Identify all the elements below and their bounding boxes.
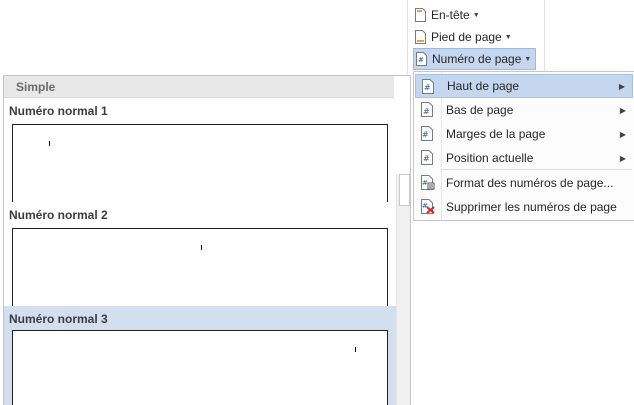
header-footer-ribbon-group: En-tête ▼ Pied de page ▼ # Numéro de pag… — [407, 0, 545, 76]
submenu-arrow-icon: ▶ — [618, 81, 625, 91]
gallery-item-normal-1[interactable]: Numéro normal 1 — [4, 98, 396, 202]
svg-text:#: # — [422, 179, 428, 187]
menu-item-label: Haut de page — [447, 79, 520, 93]
remove-numbers-icon: # — [421, 199, 435, 217]
menu-item-label: Marges de la page — [446, 127, 546, 141]
page-preview-thumbnail — [12, 228, 388, 306]
submenu-arrow-icon: ▶ — [619, 105, 626, 115]
page-number-button[interactable]: # Numéro de page ▼ — [413, 48, 537, 70]
svg-text:#: # — [423, 154, 430, 163]
header-label: En-tête — [431, 8, 470, 22]
gallery-item-title: Numéro normal 3 — [9, 312, 108, 326]
gallery-scrollbar[interactable] — [396, 174, 410, 405]
menu-item-label: Bas de page — [446, 103, 514, 117]
svg-text:#: # — [422, 202, 428, 210]
footer-button[interactable]: Pied de page ▼ — [413, 26, 516, 48]
page-preview-thumbnail — [12, 330, 388, 405]
menu-item-page-margins[interactable]: # Marges de la page ▶ — [415, 122, 633, 146]
page-hash-icon: # — [422, 79, 434, 97]
gallery-section-header: Simple — [4, 76, 394, 98]
footer-icon — [415, 30, 426, 44]
menu-item-label: Format des numéros de page... — [446, 176, 614, 190]
page-number-icon: # — [416, 52, 427, 66]
menu-separator — [442, 169, 632, 170]
menu-item-remove-page-numbers[interactable]: # Supprimer les numéros de page — [415, 195, 633, 219]
svg-text:#: # — [418, 56, 424, 64]
gallery-item-normal-2[interactable]: Numéro normal 2 — [4, 202, 396, 306]
page-number-marker — [355, 347, 356, 352]
header-icon — [415, 8, 426, 22]
submenu-arrow-icon: ▶ — [619, 129, 626, 139]
page-hash-icon: # — [421, 150, 433, 168]
scrollbar-thumb[interactable] — [399, 174, 410, 206]
footer-label: Pied de page — [431, 30, 502, 44]
svg-text:#: # — [424, 83, 431, 92]
page-number-label: Numéro de page — [432, 52, 522, 66]
page-preview-thumbnail — [12, 124, 388, 202]
page-number-marker — [201, 245, 202, 250]
menu-item-label: Position actuelle — [446, 151, 534, 165]
menu-item-top-of-page[interactable]: # Haut de page ▶ — [415, 74, 633, 98]
header-button[interactable]: En-tête ▼ — [413, 4, 484, 26]
format-numbers-icon: # — [421, 175, 435, 193]
chevron-down-icon: ▼ — [472, 11, 480, 19]
page-number-menu: # Haut de page ▶ # Bas de page ▶ # Marge… — [413, 71, 634, 221]
submenu-arrow-icon: ▶ — [619, 153, 626, 163]
page-number-marker — [49, 141, 50, 146]
menu-item-label: Supprimer les numéros de page — [446, 200, 617, 214]
menu-item-format-page-numbers[interactable]: # Format des numéros de page... — [415, 171, 633, 195]
gallery-item-title: Numéro normal 2 — [9, 208, 108, 222]
svg-text:#: # — [422, 130, 429, 139]
chevron-down-icon: ▼ — [504, 33, 512, 41]
menu-item-bottom-of-page[interactable]: # Bas de page ▶ — [415, 98, 633, 122]
chevron-down-icon: ▼ — [524, 55, 532, 63]
menu-item-current-position[interactable]: # Position actuelle ▶ — [415, 146, 633, 170]
page-number-gallery: Simple Numéro normal 1 Numéro normal 2 N… — [3, 75, 411, 405]
gallery-item-normal-3[interactable]: Numéro normal 3 — [4, 306, 396, 405]
page-hash-icon: # — [421, 126, 433, 144]
page-hash-icon: # — [421, 102, 433, 120]
svg-text:#: # — [423, 107, 430, 116]
gallery-item-title: Numéro normal 1 — [9, 104, 108, 118]
